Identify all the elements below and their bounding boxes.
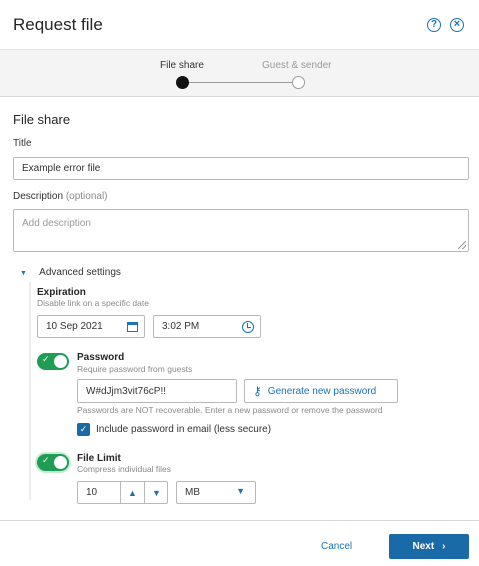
- advanced-settings-toggle[interactable]: ▼ Advanced settings: [20, 267, 121, 278]
- dialog-footer: Cancel Next ›: [0, 520, 479, 566]
- expiration-date-input[interactable]: 10 Sep 2021: [37, 315, 145, 338]
- password-title: Password: [77, 352, 125, 363]
- wizard-stepper: File share Guest & sender: [0, 50, 479, 97]
- file-limit-unit-select[interactable]: MB ▼: [176, 481, 256, 504]
- help-icon[interactable]: ?: [427, 18, 441, 32]
- step-connector: [187, 82, 293, 83]
- password-desc: Require password from guests: [77, 364, 193, 374]
- next-label: Next: [412, 541, 435, 552]
- next-button[interactable]: Next ›: [389, 534, 469, 559]
- description-textarea[interactable]: Add description: [13, 209, 469, 252]
- expiration-title: Expiration: [37, 287, 86, 298]
- file-limit-title: File Limit: [77, 453, 121, 464]
- expiration-desc: Disable link on a specific date: [37, 298, 149, 308]
- generate-password-label: Generate new password: [267, 385, 377, 397]
- advanced-panel-rail: [29, 282, 31, 500]
- password-input[interactable]: W#dJjm3vit76cP!!: [77, 379, 237, 403]
- calendar-icon[interactable]: [127, 322, 138, 332]
- generate-password-button[interactable]: ⚷ Generate new password: [244, 379, 398, 403]
- expiration-time-value: 3:02 PM: [162, 321, 200, 332]
- toggle-knob: [54, 355, 67, 368]
- description-label-text: Description: [13, 191, 64, 202]
- step-label-guest-sender: Guest & sender: [262, 60, 332, 71]
- dialog-header: Request file ? ×: [0, 0, 479, 50]
- close-icon[interactable]: ×: [450, 18, 464, 32]
- step-dot-file-share: [176, 76, 189, 89]
- file-limit-value: 10: [86, 487, 98, 498]
- advanced-settings-label: Advanced settings: [39, 267, 121, 278]
- toggle-knob: [54, 456, 67, 469]
- dialog-title: Request file: [13, 15, 103, 34]
- file-limit-stepper[interactable]: 10 ▲ ▼: [77, 481, 168, 504]
- check-icon: ✓: [42, 455, 50, 465]
- resize-grip-icon[interactable]: [458, 241, 466, 249]
- file-limit-desc: Compress individual files: [77, 464, 172, 474]
- expiration-date-value: 10 Sep 2021: [46, 321, 103, 332]
- password-note: Passwords are NOT recoverable. Enter a n…: [77, 405, 383, 415]
- file-limit-unit-value: MB: [185, 487, 200, 498]
- check-icon: ✓: [42, 354, 50, 364]
- chevron-up-icon[interactable]: ▲: [120, 482, 144, 503]
- chevron-down-icon: ▼: [236, 486, 245, 496]
- password-value: W#dJjm3vit76cP!!: [86, 385, 167, 397]
- step-label-file-share: File share: [160, 60, 204, 71]
- step-dot-guest-sender: [292, 76, 305, 89]
- key-icon: ⚷: [253, 384, 262, 398]
- section-title: File share: [13, 112, 71, 127]
- chevron-down-icon[interactable]: ▼: [144, 482, 168, 503]
- password-toggle[interactable]: ✓: [37, 353, 69, 370]
- cancel-button[interactable]: Cancel: [321, 541, 352, 552]
- description-label: Description (optional): [13, 191, 108, 202]
- description-optional: (optional): [65, 191, 108, 202]
- title-input[interactable]: Example error file: [13, 157, 469, 180]
- caret-down-icon: ▼: [20, 270, 27, 277]
- title-input-value: Example error file: [22, 163, 101, 174]
- include-password-label: Include password in email (less secure): [96, 424, 272, 435]
- file-limit-toggle[interactable]: ✓: [37, 454, 69, 471]
- expiration-time-input[interactable]: 3:02 PM: [153, 315, 261, 338]
- clock-icon[interactable]: [242, 321, 254, 333]
- description-placeholder: Add description: [22, 218, 91, 229]
- include-password-checkbox[interactable]: ✓: [77, 423, 90, 436]
- chevron-right-icon: ›: [442, 541, 446, 552]
- title-label: Title: [13, 138, 32, 149]
